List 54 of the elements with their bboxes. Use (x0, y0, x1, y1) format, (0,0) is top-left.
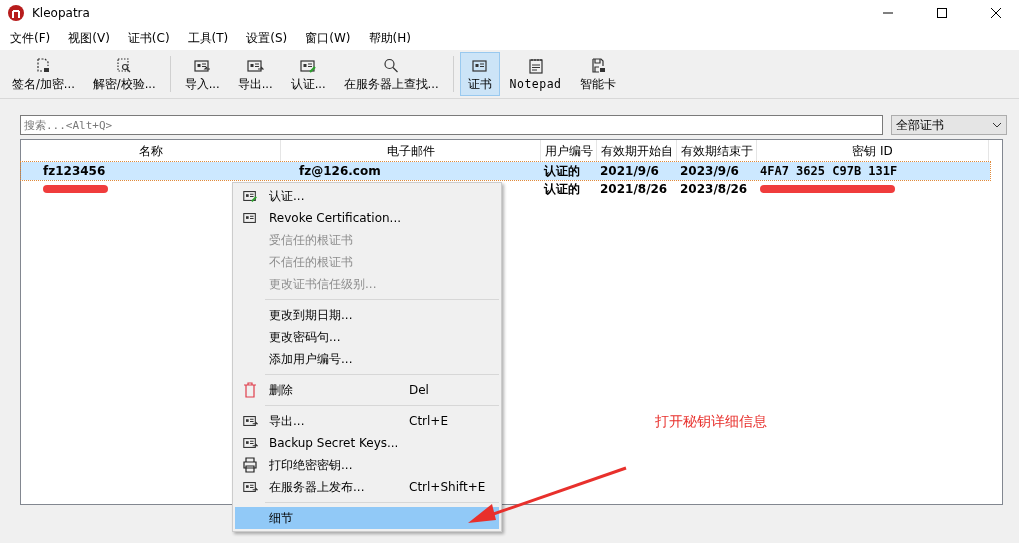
context-menu-item[interactable]: Revoke Certification... (235, 207, 499, 229)
redaction-mark (43, 185, 108, 193)
toolbar-button[interactable]: 导出... (229, 52, 281, 96)
toolbar-button[interactable]: 签名/加密... (4, 52, 83, 96)
close-icon (991, 8, 1001, 18)
export-card-icon (242, 413, 258, 429)
menu-item[interactable]: 文件(F) (4, 29, 57, 47)
toolbar-button[interactable]: 在服务器上查找... (335, 52, 447, 96)
context-menu-item[interactable]: 删除 Del (235, 379, 499, 401)
table-cell: 认证的 (544, 180, 580, 198)
table-cell: 2021/9/6 (600, 164, 659, 178)
context-menu-item[interactable]: 细节 (235, 507, 499, 529)
table-cell: fz@126.com (299, 164, 381, 178)
trash-icon (243, 382, 257, 398)
table-cell: 2021/8/26 (600, 182, 668, 196)
table-cell: fz123456 (43, 164, 106, 178)
table-cell: 2023/8/26 (680, 182, 748, 196)
filter-dropdown[interactable]: 全部证书 (891, 115, 1007, 135)
menu-item[interactable]: 工具(T) (181, 29, 235, 47)
table-cell: 认证的 (544, 162, 580, 180)
app-logo-icon (8, 5, 24, 21)
context-menu-item[interactable]: 更改到期日期... (235, 304, 499, 326)
toolbar-button[interactable]: 解密/校验... (84, 52, 164, 96)
menu-item[interactable]: 视图(V) (62, 29, 116, 47)
table-cell: 4FA7 3625 C97B 131F (760, 164, 898, 178)
search-icon (382, 56, 401, 75)
toolbar-button[interactable]: 证书 (459, 52, 500, 96)
context-menu-item[interactable]: 导出... Ctrl+E (235, 410, 499, 432)
menu-item[interactable]: 设置(S) (240, 29, 294, 47)
context-menu-item[interactable]: 认证... (235, 185, 499, 207)
annotation-text: 打开秘钥详细信息 (655, 413, 767, 431)
chevron-down-icon (992, 122, 1002, 128)
toolbar-button[interactable]: 认证... (282, 52, 334, 96)
search-field[interactable]: 搜索...<Alt+Q> (20, 115, 883, 135)
context-menu-item[interactable]: 添加用户编号... (235, 348, 499, 370)
context-menu-item[interactable]: 在服务器上发布... Ctrl+Shift+E (235, 476, 499, 498)
export-card-icon (242, 479, 258, 495)
context-menu-item[interactable]: 更改密码句... (235, 326, 499, 348)
notepad-icon (526, 57, 545, 75)
export-card-icon (242, 435, 258, 451)
menu-item[interactable]: 帮助(H) (362, 29, 417, 47)
context-menu-item[interactable]: Backup Secret Keys... (235, 432, 499, 454)
menu-item[interactable]: 证书(C) (121, 29, 176, 47)
toolbar-button[interactable]: 智能卡 (571, 52, 624, 96)
toolbar-button[interactable]: 导入... (176, 52, 228, 96)
certify-card-icon (242, 188, 258, 204)
toolbar-button[interactable]: Notepad (501, 52, 570, 96)
table-cell: 2023/9/6 (680, 164, 739, 178)
maximize-icon (937, 8, 947, 18)
printer-icon (242, 457, 258, 473)
context-menu-item[interactable]: 打印绝密密钥... (235, 454, 499, 476)
window-title: Kleopatra (32, 6, 91, 20)
menu-item[interactable]: 窗口(W) (299, 29, 357, 47)
certificate-card-icon (242, 210, 258, 226)
